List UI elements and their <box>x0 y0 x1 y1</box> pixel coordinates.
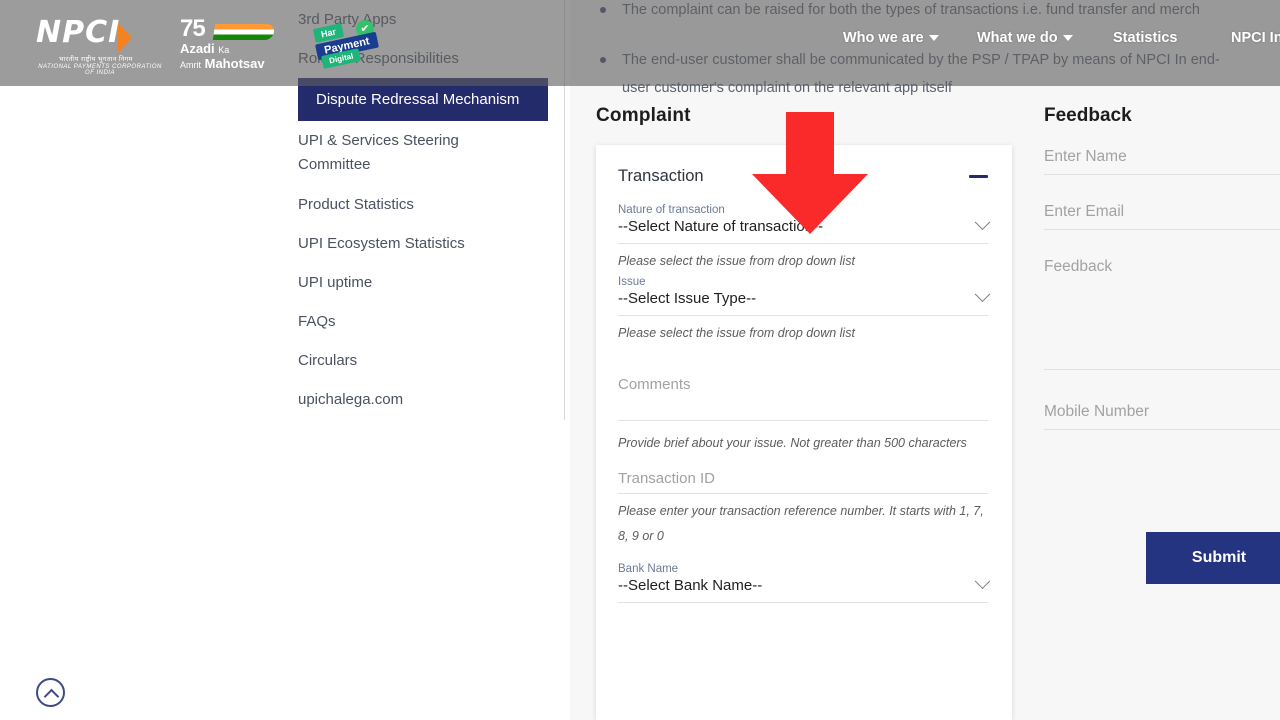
chevron-down-icon <box>974 214 991 231</box>
nature-of-transaction-helper: Please select the issue from drop down l… <box>618 254 855 268</box>
issue-select[interactable]: --Select Issue Type-- <box>618 286 991 316</box>
comments-helper: Provide brief about your issue. Not grea… <box>618 436 967 450</box>
npci-subtitle: NATIONAL PAYMENTS CORPORATION OF INDIA <box>38 63 162 76</box>
nav-item-npci-in[interactable]: NPCI In <box>1231 30 1280 46</box>
feedback-section-title: Feedback <box>1044 105 1132 126</box>
bank-name-label: Bank Name <box>618 563 679 575</box>
bank-name-field: Bank Name --Select Bank Name-- <box>618 563 991 603</box>
transaction-accordion-header[interactable]: Transaction <box>618 167 988 186</box>
azadi-word-mahotsav: Mahotsav <box>204 56 265 71</box>
npci-hindi-text: भारतीय राष्ट्रीय भुगतान निगम <box>59 55 133 63</box>
chevron-down-icon <box>928 35 939 42</box>
sidebar-item-upi-ecosystem-statistics[interactable]: UPI Ecosystem Statistics <box>298 224 560 263</box>
issue-value: --Select Issue Type-- <box>618 290 757 307</box>
transaction-accordion-title: Transaction <box>618 167 704 185</box>
transaction-id-field: Please enter your transaction reference … <box>618 470 988 549</box>
sidebar-item-product-statistics[interactable]: Product Statistics <box>298 185 560 224</box>
nav-label: Who we are <box>843 30 924 46</box>
nav-item-what-we-do[interactable]: What we do <box>977 30 1073 46</box>
info-bullet-item: The complaint can be raised for both the… <box>596 0 1280 24</box>
feedback-email-input[interactable] <box>1044 203 1280 230</box>
transaction-id-helper: Please enter your transaction reference … <box>618 504 984 543</box>
feedback-panel <box>1044 148 1280 458</box>
nav-item-who-we-are[interactable]: Who we are <box>843 30 939 46</box>
scroll-to-top-button[interactable] <box>36 678 65 707</box>
complaint-card: Transaction Nature of transaction --Sele… <box>596 145 1012 720</box>
bank-name-value: --Select Bank Name-- <box>618 577 763 594</box>
issue-helper: Please select the issue from drop down l… <box>618 326 855 340</box>
sidebar-item-upichalega[interactable]: upichalega.com <box>298 380 560 419</box>
minus-icon[interactable] <box>969 175 988 178</box>
comments-field: Provide brief about your issue. Not grea… <box>618 376 988 456</box>
nav-item-statistics[interactable]: Statistics <box>1113 30 1177 46</box>
nature-of-transaction-field: Nature of transaction --Select Nature of… <box>618 204 991 274</box>
sidebar-item-dispute-redressal-mechanism[interactable]: Dispute Redressal Mechanism <box>298 78 548 121</box>
feedback-mobile-field <box>1044 403 1280 430</box>
nature-of-transaction-value: --Select Nature of transaction-- <box>618 218 824 235</box>
feedback-mobile-input[interactable] <box>1044 403 1280 430</box>
nature-of-transaction-select[interactable]: --Select Nature of transaction-- <box>618 214 991 244</box>
nature-of-transaction-label: Nature of transaction <box>618 204 725 216</box>
sidebar-item-upi-services-steering-committee[interactable]: UPI & Services Steering Committee <box>298 121 498 185</box>
sidebar-item-upi-uptime[interactable]: UPI uptime <box>298 263 560 302</box>
comments-input[interactable] <box>618 376 988 421</box>
bank-name-select[interactable]: --Select Bank Name-- <box>618 573 991 603</box>
sidebar-item-circulars[interactable]: Circulars <box>298 341 560 380</box>
top-navigation: Who we are What we do Statistics NPCI In <box>0 30 1280 54</box>
nav-label: What we do <box>977 30 1058 46</box>
issue-label: Issue <box>618 276 646 288</box>
azadi-word-amrit: Amrit <box>180 60 201 70</box>
sidebar-item-faqs[interactable]: FAQs <box>298 302 560 341</box>
submit-button[interactable]: Submit <box>1146 532 1280 584</box>
issue-field: Issue --Select Issue Type-- Please selec… <box>618 276 991 346</box>
page-root: The complaint can be raised for both the… <box>0 0 1280 720</box>
azadi-line2: Amrit Mahotsav <box>180 57 296 72</box>
info-bullet-item: The end-user customer shall be communica… <box>596 46 1236 102</box>
chevron-down-icon <box>974 286 991 303</box>
complaint-section-title: Complaint <box>596 105 691 126</box>
vertical-divider <box>564 0 565 420</box>
feedback-name-field <box>1044 148 1280 175</box>
feedback-message-field <box>1044 258 1280 375</box>
feedback-message-input[interactable] <box>1044 258 1280 370</box>
feedback-name-input[interactable] <box>1044 148 1280 175</box>
transaction-id-input[interactable] <box>618 470 988 494</box>
feedback-email-field <box>1044 203 1280 230</box>
chevron-down-icon <box>1062 35 1073 42</box>
chevron-down-icon <box>974 573 991 590</box>
